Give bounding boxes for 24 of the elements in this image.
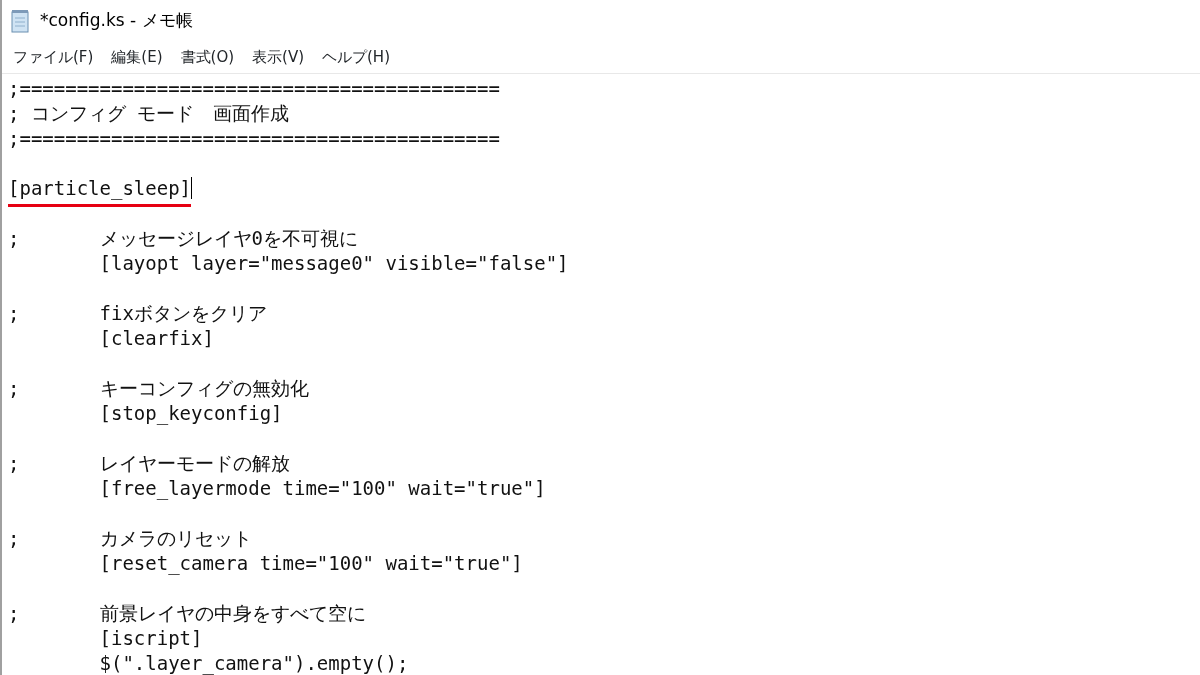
code-line: ; キーコンフィグの無効化 [8,376,309,401]
menu-item[interactable]: 編集(E) [102,44,172,71]
code-line: ; fixボタンをクリア [8,301,267,326]
code-line: ; レイヤーモードの解放 [8,451,290,476]
code-line: ;========================================== [8,76,500,101]
code-line: [clearfix] [98,326,214,351]
code-line: ;========================================== [8,126,500,151]
code-line: [layopt layer="message0" visible="false"] [98,251,569,276]
menu-item[interactable]: ファイル(F) [4,44,103,71]
menu-item[interactable]: 書式(O) [171,44,244,71]
code-line: ; カメラのリセット [8,526,252,551]
code-line: [iscript] [98,626,203,651]
code-line: $(".layer_camera").empty(); [98,651,409,675]
code-line: ; メッセージレイヤ0を不可視に [8,226,358,251]
notepad-icon [10,9,30,34]
code-line: [particle_sleep] [8,176,192,207]
code-line: ; 前景レイヤの中身をすべて空に [8,601,366,626]
code-line: [stop_keyconfig] [98,401,283,426]
code-line: [free_layermode time="100" wait="true"] [98,476,546,501]
menu-item[interactable]: ヘルプ(H) [313,44,399,71]
window-title: *config.ks - メモ帳 [40,9,193,33]
code-line: ; コンフィグ モード 画面作成 [8,101,290,126]
menu-item[interactable]: 表示(V) [243,44,313,71]
code-line: [reset_camera time="100" wait="true"] [98,551,523,576]
